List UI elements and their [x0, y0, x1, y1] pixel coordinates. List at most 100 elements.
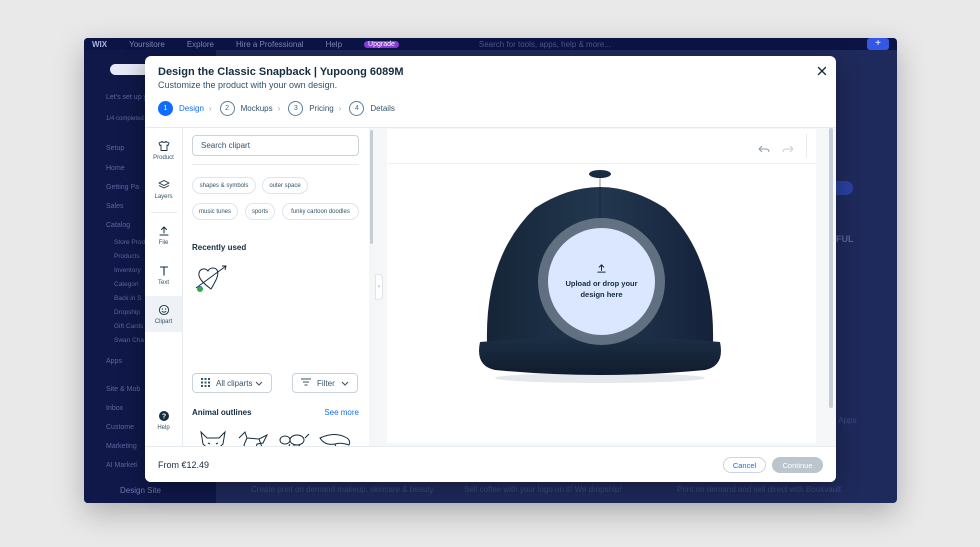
tool-label: Clipart — [154, 318, 173, 325]
step-details[interactable]: 4 Details — [349, 101, 395, 116]
recently-used-heading: Recently used — [192, 243, 247, 252]
clipart-search-input[interactable] — [192, 135, 359, 156]
chip-outer-space[interactable]: outer space — [262, 177, 308, 194]
filter-dropdown[interactable]: Filter — [292, 373, 358, 393]
step-mockups[interactable]: 2 Mockups › — [219, 101, 281, 116]
tool-label: Text — [157, 279, 169, 286]
filter-label: Filter — [317, 378, 335, 388]
chip-music-tunes[interactable]: music tunes — [192, 203, 238, 220]
help-icon: ? — [158, 410, 169, 421]
sidebar-item-apps[interactable]: Apps — [106, 358, 122, 365]
sidebar-item-setup[interactable]: Setup — [106, 145, 124, 152]
tool-file[interactable]: File — [145, 217, 182, 253]
text-icon — [159, 265, 168, 275]
sidebar-subitem[interactable]: Dropship — [114, 309, 140, 316]
topnav-explore[interactable]: Explore — [187, 40, 214, 49]
upload-dropzone[interactable]: Upload or drop your design here — [548, 228, 655, 335]
chevron-right-icon: › — [277, 104, 281, 113]
search-divider — [192, 164, 359, 165]
chevron-right-icon: › — [338, 104, 342, 113]
sidebar-subitem[interactable]: Inventory — [114, 267, 141, 274]
clipart-heart-arrow[interactable] — [193, 262, 229, 294]
setup-progress: 1/4 completed — [106, 116, 144, 122]
tool-help[interactable]: ? Help — [145, 402, 182, 438]
sidebar-subitem[interactable]: Gift Cards — [114, 323, 143, 330]
continue-button[interactable]: Continue — [772, 457, 823, 473]
panel-scroll-thumb[interactable] — [370, 130, 373, 244]
tool-product[interactable]: Product — [145, 132, 182, 168]
close-icon[interactable] — [816, 64, 828, 76]
sidebar-item-home[interactable]: Home — [106, 165, 125, 172]
tool-label: Layers — [154, 193, 173, 200]
wix-logo: WIX — [92, 39, 108, 49]
tool-layers[interactable]: Layers — [145, 171, 182, 207]
sidebar-item-inbox[interactable]: Inbox — [106, 405, 123, 412]
redo-icon[interactable] — [782, 141, 794, 153]
design-site-button[interactable]: Design Site — [120, 486, 161, 495]
sidebar-item-sales[interactable]: Sales — [106, 203, 124, 210]
chip-sports[interactable]: sports — [245, 203, 275, 220]
upload-text: Upload or drop your design here — [565, 279, 638, 299]
cancel-button[interactable]: Cancel — [723, 457, 766, 473]
canvas-scrollbar[interactable] — [829, 128, 833, 408]
tool-text[interactable]: Text — [145, 257, 182, 293]
animal-outlines-heading: Animal outlines — [192, 408, 252, 417]
chevron-down-icon — [341, 379, 349, 388]
upgrade-button[interactable]: Upgrade — [364, 40, 399, 48]
clipart-fox-running[interactable] — [235, 426, 271, 446]
sidebar-item-catalog[interactable]: Catalog — [106, 222, 130, 229]
rail-divider — [151, 212, 177, 213]
topnav-site[interactable]: Yoursitore — [129, 40, 165, 49]
step-number: 1 — [158, 101, 173, 116]
step-design[interactable]: 1 Design › — [158, 101, 212, 116]
modal-subtitle: Customize the product with your own desi… — [158, 80, 338, 90]
sidebar-item-getting-paid[interactable]: Getting Pa — [106, 184, 139, 191]
tool-rail: Product Layers File Text Clipart ? Help — [145, 128, 183, 446]
step-pricing[interactable]: 3 Pricing › — [288, 101, 341, 116]
sidebar-item-customers[interactable]: Custome — [106, 424, 134, 431]
sidebar-item-marketing[interactable]: Marketing — [106, 443, 137, 450]
see-more-link[interactable]: See more — [324, 408, 359, 417]
design-modal: Design the Classic Snapback | Yupoong 60… — [145, 56, 836, 482]
topnav-help[interactable]: Help — [326, 40, 342, 49]
dashboard-card-text: Print on demand and sell direct with Boo… — [677, 485, 842, 494]
step-label: Design — [179, 104, 204, 113]
chip-shapes-symbols[interactable]: shapes & symbols — [192, 177, 256, 194]
step-label: Pricing — [309, 104, 334, 113]
step-label: Details — [370, 104, 395, 113]
quick-access-pill[interactable] — [110, 64, 150, 75]
price-label: From €12.49 — [158, 460, 210, 470]
sidebar-subitem[interactable]: Categori — [114, 281, 139, 288]
grid-icon — [201, 377, 210, 389]
all-cliparts-dropdown[interactable]: All cliparts — [192, 373, 272, 393]
clipart-whale[interactable] — [317, 426, 353, 446]
svg-text:?: ? — [161, 413, 165, 420]
sidebar-subitem[interactable]: Swan Cha — [114, 337, 144, 344]
topnav-hire[interactable]: Hire a Professional — [236, 40, 304, 49]
dashboard-topbar: WIX Yoursitore Explore Hire a Profession… — [84, 38, 897, 50]
sidebar-item-site[interactable]: Site & Mob — [106, 386, 140, 393]
upload-icon — [159, 225, 168, 235]
all-cliparts-label: All cliparts — [216, 378, 253, 388]
sidebar-subitem[interactable]: Products — [114, 253, 140, 260]
step-number: 4 — [349, 101, 365, 116]
sidebar-item-ai-marketing[interactable]: AI Marketi — [106, 462, 138, 469]
dashboard-search[interactable]: Search for tools, apps, help & more... — [479, 40, 611, 49]
tool-clipart[interactable]: Clipart — [145, 296, 182, 332]
clipart-ant[interactable] — [275, 426, 311, 446]
step-label: Mockups — [240, 104, 273, 113]
step-number: 2 — [219, 101, 235, 116]
sidebar-subitem[interactable]: Store Prod — [114, 239, 145, 246]
toolbar-divider — [806, 134, 807, 158]
collapse-panel-handle[interactable]: ‹ — [375, 274, 383, 300]
modal-title: Design the Classic Snapback | Yupoong 60… — [158, 66, 404, 78]
undo-icon[interactable] — [758, 141, 770, 153]
dashboard-heading-fragment: FUL — [836, 234, 854, 244]
chevron-right-icon: › — [208, 104, 212, 113]
clipart-fox-face[interactable] — [195, 426, 231, 446]
sidebar-subitem[interactable]: Back in S — [114, 295, 141, 302]
chip-funky-cartoon-doodles[interactable]: funky cartoon doodles — [282, 203, 359, 220]
layers-icon — [158, 179, 169, 188]
canvas-toolbar — [387, 129, 816, 164]
add-icon[interactable]: + — [867, 38, 889, 50]
